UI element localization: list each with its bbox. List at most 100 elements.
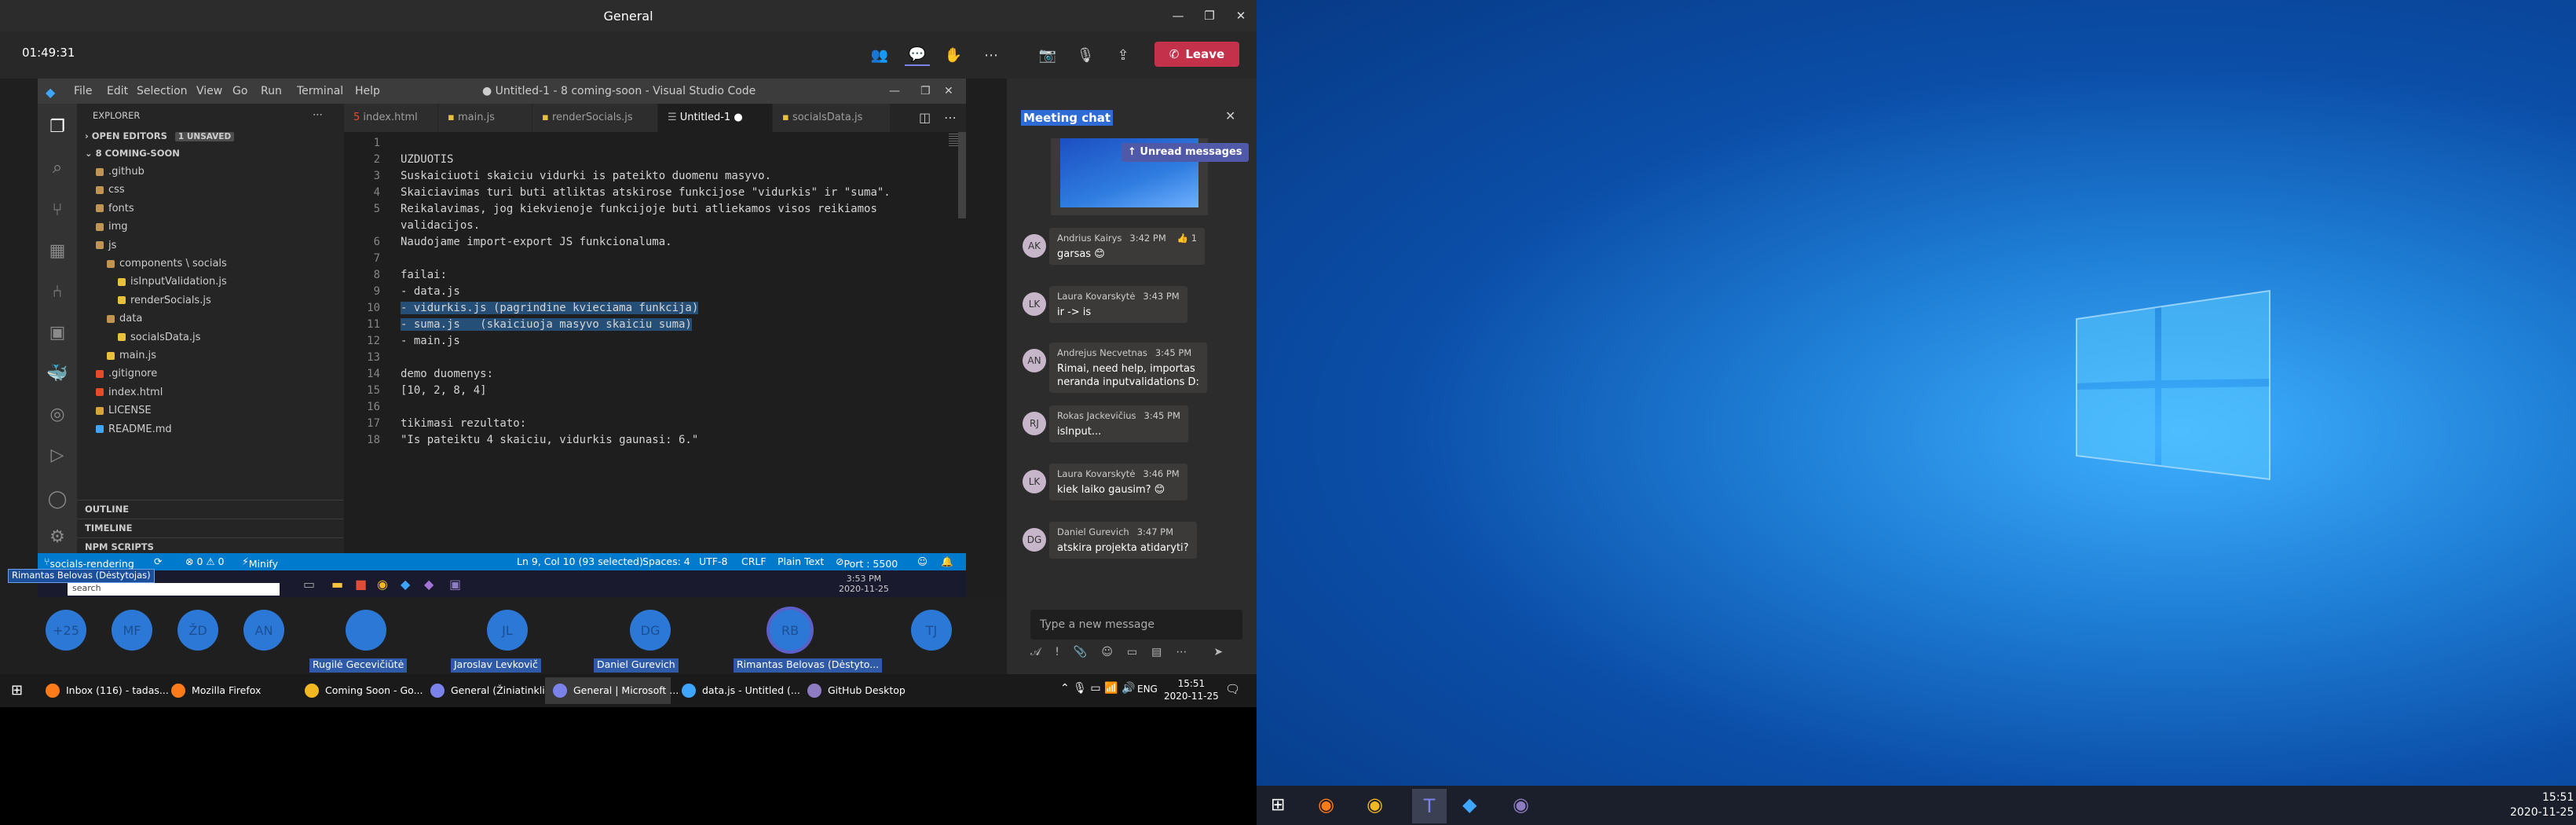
feedback-icon[interactable]: ☺ [917,556,928,567]
tree-item[interactable]: LICENSE [77,402,344,420]
tree-item[interactable]: img [77,218,344,236]
vscode-maximize-icon[interactable]: ❐ [920,85,931,97]
taskbar-item[interactable]: data.js - Untitled (... [674,677,800,704]
participant-avatar[interactable]: DG [630,610,671,651]
vscode-close-icon[interactable]: ✕ [944,85,953,97]
chat-icon[interactable]: 💬 [905,44,930,66]
close-chat-icon[interactable]: ✕ [1225,108,1235,123]
tree-item[interactable]: fonts [77,200,344,218]
chrome-icon[interactable]: ◉ [1367,794,1383,816]
teams-icon[interactable]: T [1412,789,1447,823]
taskbar-item[interactable]: Inbox (116) - tadas... [38,677,169,704]
branch-status[interactable]: ⑂ socials-rendering [44,556,134,570]
more-icon[interactable]: ⋯ [1176,646,1187,665]
menu-go[interactable]: Go [232,85,247,97]
sync-icon[interactable]: ⟳ [154,556,162,567]
windows-start-icon[interactable]: ⊞ [1271,795,1285,815]
participant-avatar[interactable]: RB [770,610,810,651]
indent-status[interactable]: Spaces: 4 [642,556,690,567]
tree-item[interactable]: main.js [77,347,344,365]
tabs-more-icon[interactable]: ⋯ [944,110,957,125]
mic-off-icon[interactable]: 🎙 [1073,44,1098,66]
participant-avatar[interactable]: MF [112,610,152,651]
avatar[interactable]: RJ [1023,412,1046,435]
timeline-section[interactable]: TIMELINE [77,519,344,536]
tree-item[interactable]: renderSocials.js [77,292,344,310]
split-editor-icon[interactable]: ◫ [919,110,931,125]
menu-terminal[interactable]: Terminal [297,85,343,97]
live-server-status[interactable]: ⊘ Port : 5500 [836,556,898,570]
live-share-icon[interactable]: ◎ [46,402,69,426]
eol-status[interactable]: CRLF [741,556,767,567]
participant-avatar[interactable]: ŽD [177,610,218,651]
store-icon[interactable]: ■ [355,577,367,592]
search-icon[interactable]: ⌕ [46,156,69,179]
tab-untitled-1[interactable]: ☰ Untitled-1 ● [658,104,773,132]
camera-off-icon[interactable]: 📷 [1035,44,1060,66]
leave-button[interactable]: ✆ Leave [1154,42,1239,67]
encoding-status[interactable]: UTF-8 [699,556,727,567]
menu-selection[interactable]: Selection [137,85,188,97]
minimize-button[interactable]: — [1162,0,1194,31]
taskbar-item[interactable]: GitHub Desktop [800,677,906,704]
menu-edit[interactable]: Edit [107,85,128,97]
tree-item[interactable]: README.md [77,421,344,438]
taskbar-clock[interactable]: 15:51 2020-11-25 [1164,677,1219,702]
menu-file[interactable]: File [74,85,92,97]
npm-scripts-section[interactable]: NPM SCRIPTS [77,537,344,555]
file-explorer-icon[interactable]: ▬ [331,577,343,592]
taskbar-item[interactable]: General (Žiniatinkli... [423,677,554,704]
chrome-icon[interactable]: ◉ [377,577,388,592]
tree-item[interactable]: index.html [77,384,344,402]
share-screen-icon[interactable]: ⇪ [1111,44,1136,66]
settings-gear-icon[interactable]: ⚙ [46,525,69,548]
close-button[interactable]: ✕ [1225,0,1257,31]
participant-avatar[interactable]: JL [487,610,528,651]
participant-avatar[interactable] [346,610,386,651]
vscode-icon[interactable]: ◆ [1462,794,1476,816]
tree-item[interactable]: js [77,237,344,255]
editor-scrollbar[interactable] [958,132,966,218]
tab-socials-data[interactable]: ▪ socialsData.js [773,104,891,132]
notification-center-icon[interactable]: 🗨 [1225,682,1240,696]
language-indicator[interactable]: ENG [1137,684,1158,695]
project-root[interactable]: ⌄ 8 COMING-SOON [77,145,344,162]
more-options-icon[interactable]: ⋯ [979,44,1004,66]
vscode-minimize-icon[interactable]: — [889,85,900,97]
gif-icon[interactable]: ▭ [1127,646,1137,665]
run-debug-icon[interactable]: ▷ [46,443,69,467]
important-icon[interactable]: ! [1055,646,1059,665]
menu-help[interactable]: Help [355,85,380,97]
menu-view[interactable]: View [196,85,222,97]
taskbar2-clock[interactable]: 15:51 2020-11-25 [2510,790,2574,820]
format-icon[interactable]: 𝒜 [1030,646,1041,665]
reaction-badge[interactable]: 👍 1 [1177,233,1197,244]
open-editors-section[interactable]: › OPEN EDITORS 1 UNSAVED [77,127,344,145]
tray-icons[interactable]: ⌃ 🎙 ▭ 📶 🔊 [1060,682,1135,695]
problems-status[interactable]: ⊗ 0 ⚠ 0 [185,556,225,567]
tab-render-socials[interactable]: ▪ renderSocials.js [532,104,658,132]
sticker-icon[interactable]: ▤ [1151,646,1162,665]
windows-start-icon[interactable]: ⊞ [11,682,23,698]
chat-input[interactable]: Type a new message [1030,610,1242,640]
extensions-icon[interactable]: ▦ [46,239,69,262]
taskbar-item[interactable]: Mozilla Firefox [163,677,289,704]
tree-item[interactable]: socialsData.js [77,329,344,346]
attach-icon[interactable]: 📎 [1074,646,1087,665]
source-control-icon[interactable]: ⑂ [46,198,69,222]
tree-item[interactable]: components \ socials [77,255,344,273]
avatar[interactable]: AN [1023,349,1046,372]
outline-section[interactable]: OUTLINE [77,500,344,517]
raise-hand-icon[interactable]: ✋ [941,44,966,66]
avatar[interactable]: DG [1023,528,1046,552]
inner-search-box[interactable]: search [68,583,280,596]
participant-avatar[interactable]: +25 [46,610,86,651]
menu-run[interactable]: Run [261,85,282,97]
participant-avatar[interactable]: AN [243,610,284,651]
app-icon[interactable]: ▣ [449,577,461,592]
notifications-icon[interactable]: 🔔 [941,556,953,568]
cursor-position[interactable]: Ln 9, Col 10 (93 selected) [517,556,643,567]
taskbar-item[interactable]: Coming Soon - Go... [297,677,423,704]
maximize-button[interactable]: ❐ [1194,0,1225,31]
participants-icon[interactable]: 👥 [867,44,892,66]
